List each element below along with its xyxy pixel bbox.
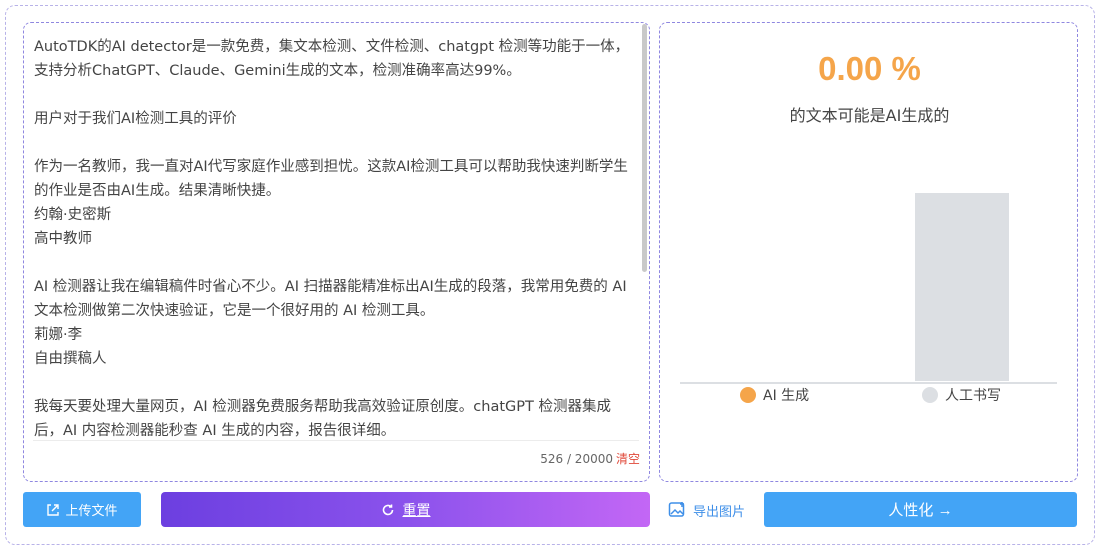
text-paragraph-4: AI 检测器让我在编辑稿件时省心不少。AI 扫描器能精准标出AI生成的段落，我常…: [34, 279, 627, 367]
text-divider: [33, 440, 639, 441]
humanize-label: 人性化 →: [888, 502, 953, 519]
result-chart: AI 生成 人工书写: [680, 193, 1057, 404]
result-panel: 0.00 % 的文本可能是AI生成的 AI 生成 人工书写: [659, 22, 1078, 482]
bar-human-written: [915, 193, 1009, 381]
text-scrollbar[interactable]: [642, 24, 647, 272]
text-paragraph-5: 我每天要处理大量网页，AI 检测器免费服务帮助我高效验证原创度。chatGPT …: [34, 399, 611, 439]
reset-label: 重置: [402, 501, 431, 518]
upload-label: 上传文件: [65, 503, 118, 518]
text-input-area[interactable]: AutoTDK的AI detector是一款免费，集文本检测、文件检测、chat…: [34, 35, 634, 451]
char-count: 526 / 20000: [540, 452, 613, 466]
image-export-icon: [668, 501, 688, 519]
text-paragraph-3: 作为一名教师，我一直对AI代写家庭作业感到担忧。这款AI检测工具可以帮助我快速判…: [34, 159, 628, 247]
clear-button[interactable]: 清空: [616, 452, 640, 466]
text-paragraph-2: 用户对于我们AI检测工具的评价: [34, 111, 237, 127]
export-label: 导出图片: [693, 504, 746, 520]
refresh-icon: [381, 503, 395, 517]
upload-icon: [46, 503, 60, 517]
char-counter: 526 / 20000 清空: [540, 450, 640, 467]
text-paragraph-1: AutoTDK的AI detector是一款免费，集文本检测、文件检测、chat…: [34, 39, 630, 79]
upload-file-button[interactable]: 上传文件: [23, 492, 141, 527]
reset-button[interactable]: 重置: [161, 492, 650, 527]
humanize-button[interactable]: 人性化 →: [764, 492, 1077, 527]
legend-marker-0: [740, 387, 756, 403]
export-image-button[interactable]: 导出图片: [668, 500, 745, 520]
legend-label-1[interactable]: 人工书写: [945, 388, 1001, 404]
text-input-panel[interactable]: AutoTDK的AI detector是一款免费，集文本检测、文件检测、chat…: [23, 22, 650, 482]
legend-label-0[interactable]: AI 生成: [763, 388, 809, 404]
legend-marker-1: [922, 387, 938, 403]
